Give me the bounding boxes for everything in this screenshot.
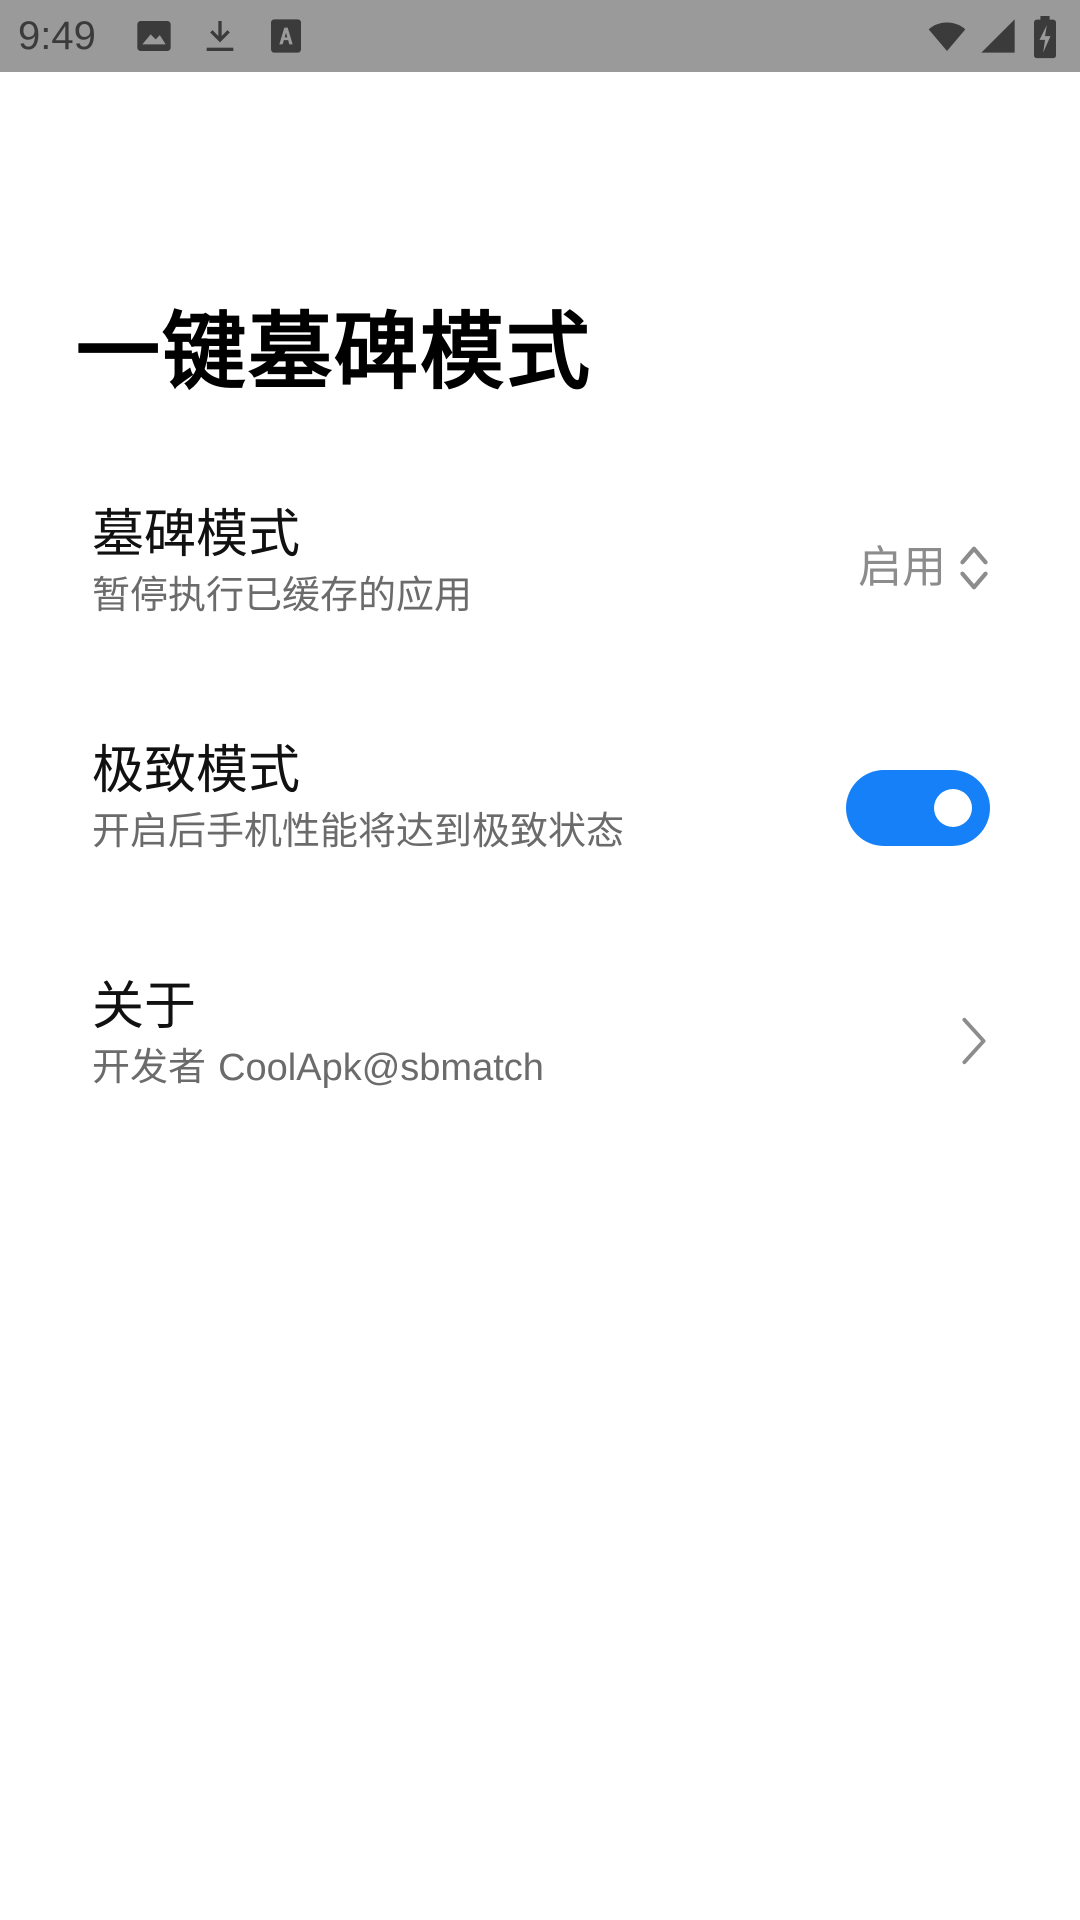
setting-row-extreme-mode[interactable]: 极致模式 开启后手机性能将达到极致状态: [0, 738, 1080, 898]
setting-subtitle: 暂停执行已缓存的应用: [92, 573, 473, 617]
selected-value: 启用: [858, 542, 946, 593]
setting-row-tombstone-mode[interactable]: 墓碑模式 暂停执行已缓存的应用 启用: [0, 502, 1080, 662]
image-icon: [134, 16, 174, 56]
tombstone-mode-selector[interactable]: 启用: [858, 532, 990, 604]
wifi-icon: [922, 16, 972, 56]
page-title: 一键墓碑模式: [76, 303, 593, 401]
setting-title: 极致模式: [92, 741, 301, 801]
extreme-mode-toggle[interactable]: [846, 770, 990, 846]
status-time: 9:49: [18, 14, 96, 58]
signal-icon: [978, 16, 1018, 56]
up-down-arrows-icon: [958, 543, 990, 593]
setting-subtitle: 开启后手机性能将达到极致状态: [92, 809, 625, 853]
font-icon: [266, 16, 306, 56]
download-icon: [200, 16, 240, 56]
setting-subtitle: 开发者 CoolApk@sbmatch: [92, 1042, 544, 1093]
developer-name: CoolApk@sbmatch: [218, 1047, 544, 1089]
setting-row-about[interactable]: 关于 开发者 CoolApk@sbmatch: [0, 974, 1080, 1134]
setting-title: 关于: [92, 977, 197, 1037]
developer-label: 开发者: [92, 1045, 219, 1089]
toggle-knob: [934, 789, 972, 827]
setting-title: 墓碑模式: [92, 505, 301, 565]
status-bar: 9:49: [0, 0, 1080, 72]
chevron-right-icon: [960, 1016, 988, 1066]
app-screen: 9:49 一键墓碑模式 墓碑模式 暂停执行已缓存的应用 启用 极致模式 开启后手…: [0, 0, 1080, 1920]
battery-charging-icon: [1030, 16, 1060, 59]
